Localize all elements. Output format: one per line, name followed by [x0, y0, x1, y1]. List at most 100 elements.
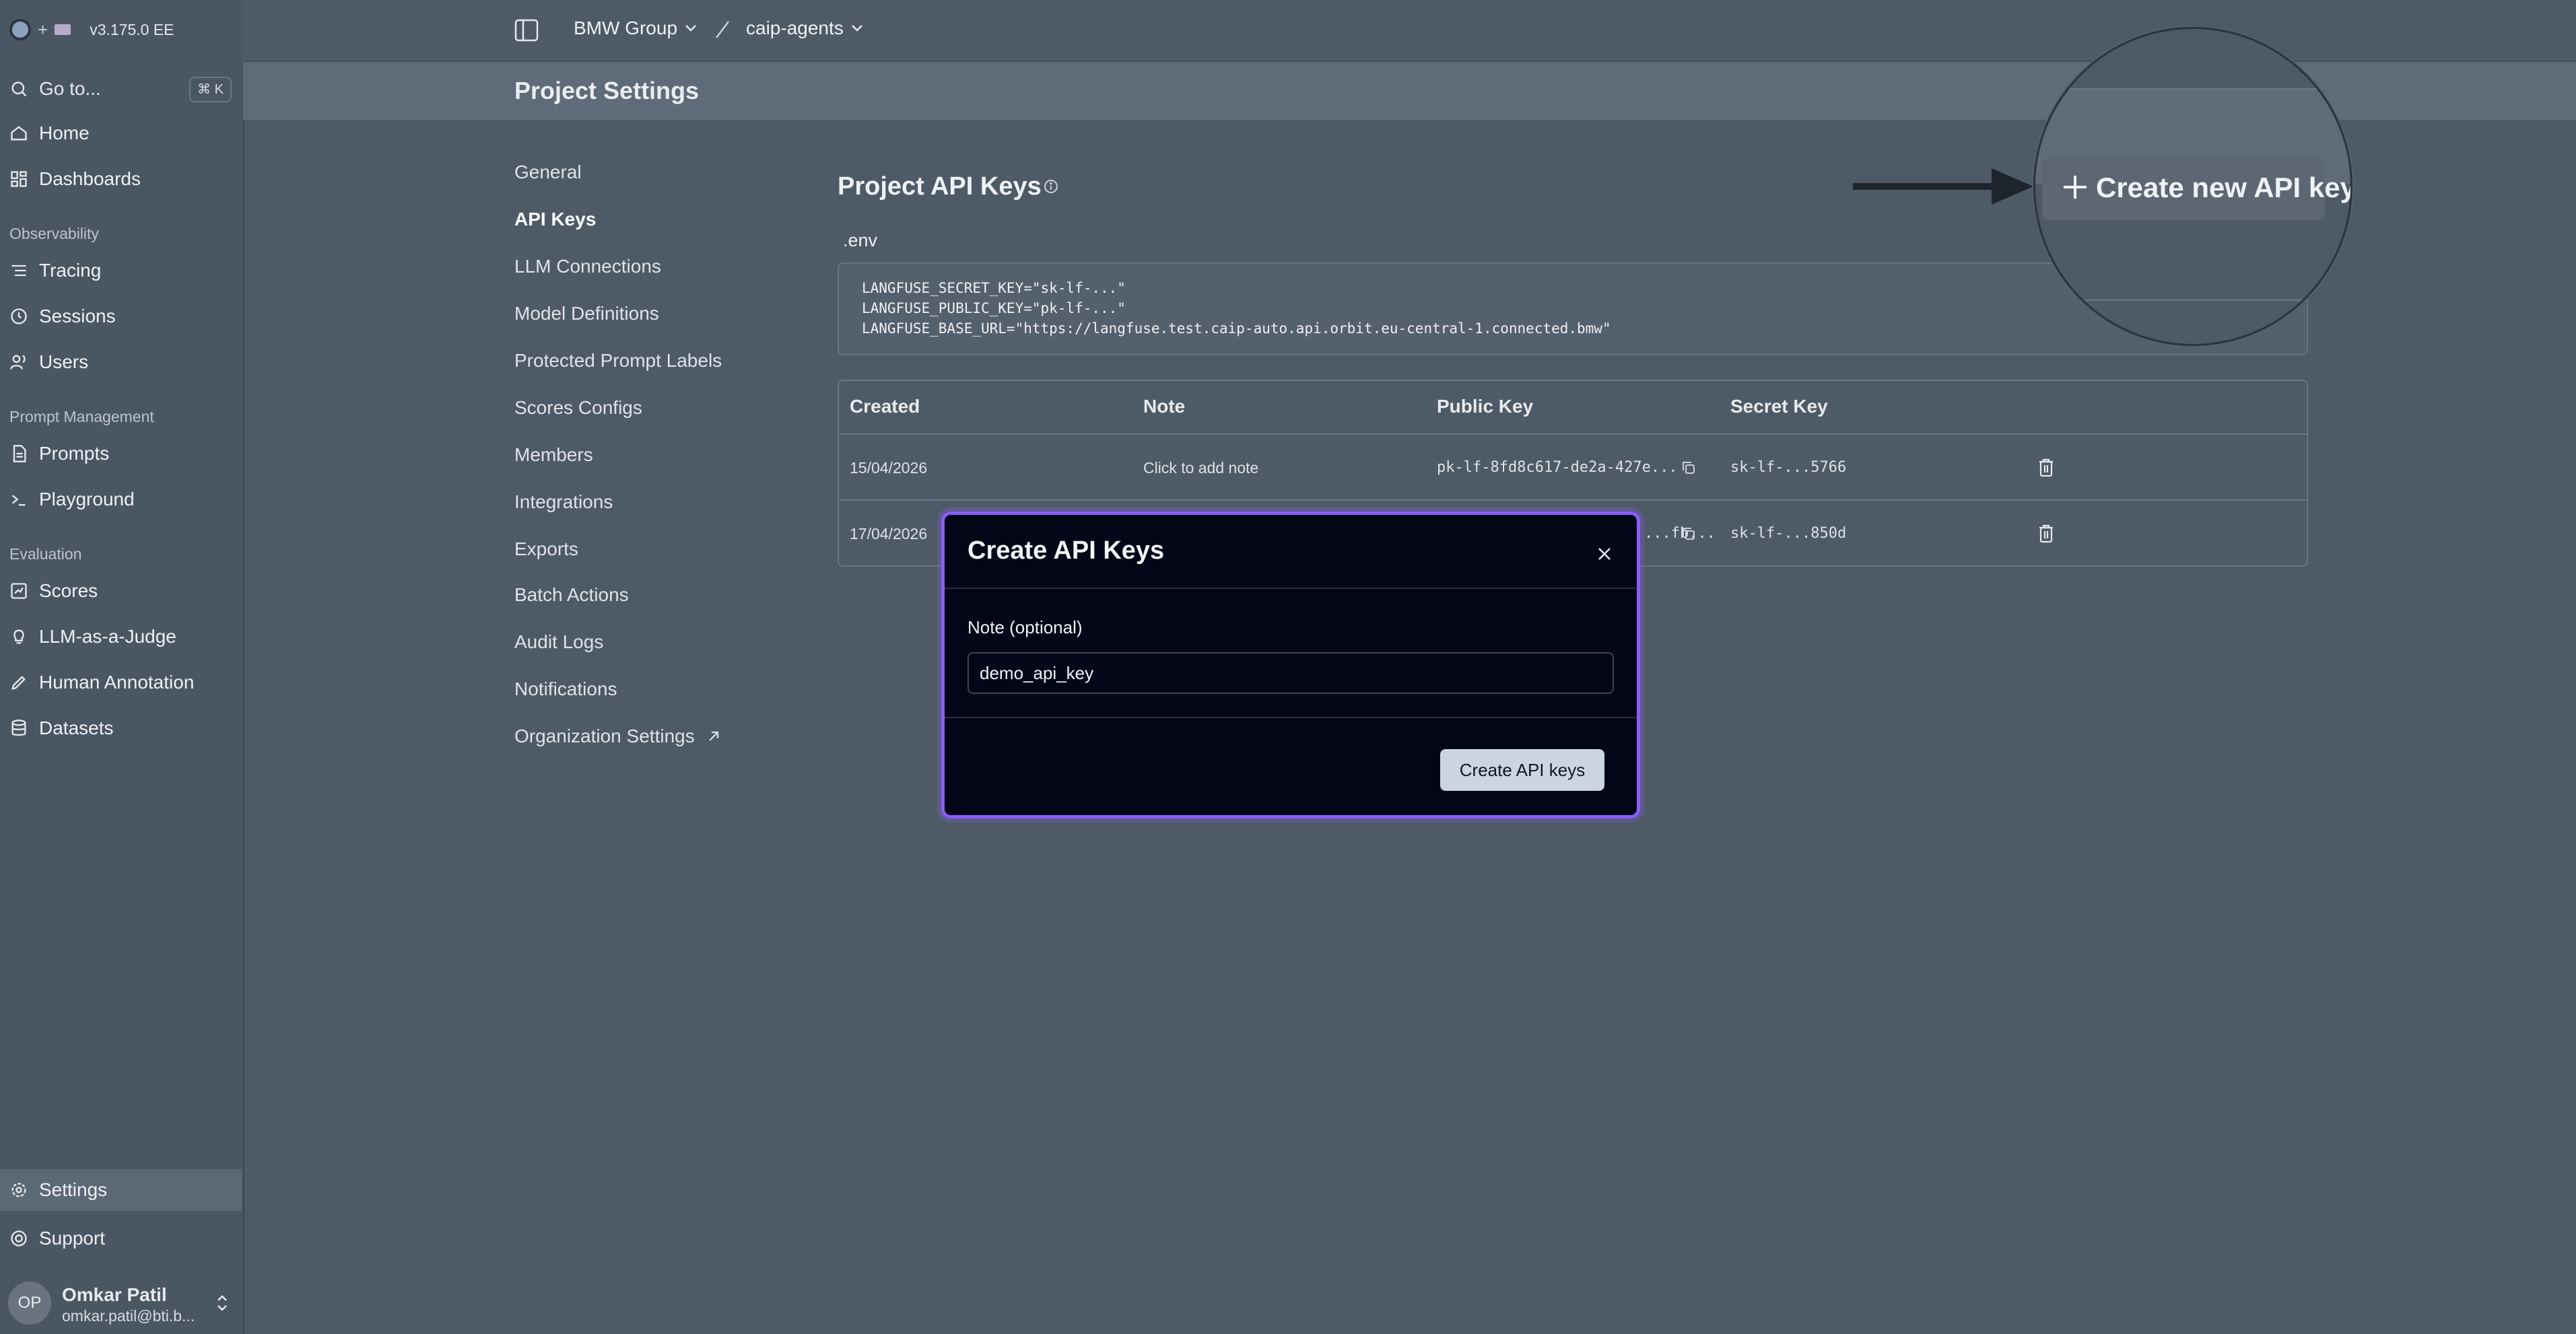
copy-icon[interactable]: [1681, 460, 1697, 476]
subnav-protected-prompt-labels[interactable]: Protected Prompt Labels: [514, 350, 722, 372]
note-input[interactable]: [968, 652, 1614, 694]
subnav-batch-actions[interactable]: Batch Actions: [514, 584, 629, 606]
subnav-notifications[interactable]: Notifications: [514, 678, 617, 700]
home-icon: [9, 124, 28, 143]
subnav-scores-configs[interactable]: Scores Configs: [514, 397, 642, 419]
create-api-keys-dialog: Create API Keys Note (optional) Create A…: [941, 512, 1640, 818]
goto-shortcut: ⌘ K: [189, 77, 232, 102]
project-switcher[interactable]: caip-agents: [746, 17, 864, 39]
cell-public-key: pk-lf-8fd8c617-de2a-427e...: [1437, 459, 1678, 476]
chevron-down-icon: [685, 25, 696, 32]
sidebar-toggle-icon[interactable]: [514, 19, 539, 42]
sidebar-item-users[interactable]: Users: [9, 347, 88, 377]
cell-note[interactable]: Click to add note: [1143, 459, 1258, 477]
dashboard-icon: [9, 170, 28, 188]
database-icon: [9, 719, 28, 738]
subnav-api-keys[interactable]: API Keys: [514, 209, 596, 230]
zoom-callout: Create new API keys: [2033, 27, 2352, 346]
dialog-divider: [945, 588, 1637, 589]
version-label: v3.175.0 EE: [90, 20, 174, 38]
cell-secret-key: sk-lf-...850d: [1730, 525, 1847, 542]
column-header-public-key: Public Key: [1437, 396, 1534, 417]
goto-label: Go to...: [39, 78, 101, 99]
table-divider: [839, 499, 2307, 501]
sidebar-item-label: Tracing: [39, 260, 102, 281]
subnav-audit-logs[interactable]: Audit Logs: [514, 631, 603, 653]
avatar: OP: [8, 1282, 51, 1325]
sidebar-item-home[interactable]: Home: [9, 118, 90, 148]
subnav-exports[interactable]: Exports: [514, 538, 578, 560]
sidebar-item-prompts[interactable]: Prompts: [9, 439, 109, 468]
org-switcher[interactable]: BMW Group: [574, 17, 698, 39]
cell-created: 17/04/2026: [850, 525, 928, 542]
page-title: Project Settings: [514, 77, 700, 104]
file-text-icon: [9, 444, 28, 463]
sidebar-item-label: Users: [39, 351, 89, 372]
copy-icon[interactable]: [1681, 526, 1697, 542]
plus-icon: [2064, 176, 2087, 199]
external-link-icon: [708, 731, 718, 741]
section-evaluation: Evaluation: [9, 545, 82, 563]
section-observability: Observability: [9, 225, 99, 242]
subnav-llm-connections[interactable]: LLM Connections: [514, 256, 661, 277]
env-line: LANGFUSE_SECRET_KEY="sk-lf-...": [862, 280, 1126, 296]
bmw-logo-icon: [9, 19, 31, 40]
org-name: BMW Group: [574, 17, 678, 38]
sidebar-item-sessions[interactable]: Sessions: [9, 302, 116, 331]
callout-arrow-icon: [1853, 168, 2033, 205]
sidebar-item-scores[interactable]: Scores: [9, 576, 98, 606]
sidebar-item-tracing[interactable]: Tracing: [9, 256, 101, 285]
clock-icon: [9, 307, 28, 326]
subnav-members[interactable]: Members: [514, 444, 593, 466]
subnav-integrations[interactable]: Integrations: [514, 491, 613, 513]
sidebar-item-settings[interactable]: Settings: [9, 1175, 107, 1205]
lightbulb-icon: [9, 627, 28, 646]
column-header-note: Note: [1143, 396, 1186, 417]
subnav-model-definitions[interactable]: Model Definitions: [514, 303, 659, 324]
note-label: Note (optional): [968, 617, 1083, 637]
goto-search[interactable]: Go to... ⌘ K: [9, 74, 232, 104]
sidebar-item-label: Sessions: [39, 306, 116, 326]
org-settings-label: Organization Settings: [514, 726, 695, 746]
user-menu[interactable]: OP Omkar Patil omkar.patil@bti.b...: [8, 1282, 237, 1325]
sidebar-item-label: LLM-as-a-Judge: [39, 626, 176, 647]
subnav-organization-settings[interactable]: Organization Settings: [514, 726, 720, 747]
column-header-created: Created: [850, 396, 920, 417]
info-icon[interactable]: [1043, 178, 1059, 195]
sidebar-item-human-annotation[interactable]: Human Annotation: [9, 668, 194, 697]
create-api-keys-button[interactable]: Create API keys: [1440, 749, 1604, 791]
api-keys-title: Project API Keys: [838, 172, 1042, 201]
sidebar-item-label: Home: [39, 122, 90, 143]
table-divider: [839, 433, 2307, 435]
sidebar-item-dashboards[interactable]: Dashboards: [9, 164, 141, 194]
support-icon: [9, 1229, 28, 1248]
subnav-general[interactable]: General: [514, 162, 582, 183]
brand[interactable]: + v3.175.0 EE: [9, 17, 174, 42]
cell-public-key: ...fb...: [1644, 525, 1716, 542]
create-new-api-keys-button[interactable]: Create new API keys: [2042, 157, 2350, 220]
close-icon[interactable]: [1596, 546, 1613, 562]
dialog-divider: [945, 717, 1637, 718]
sidebar-item-playground[interactable]: Playground: [9, 485, 135, 514]
sidebar-item-label: Support: [39, 1228, 106, 1249]
cell-created: 15/04/2026: [850, 459, 928, 477]
zoom-divider: [2035, 300, 2350, 301]
sidebar-item-label: Dashboards: [39, 168, 141, 189]
sidebar-item-label: Scores: [39, 580, 98, 601]
chevron-updown-icon: [217, 1295, 227, 1311]
annotate-icon: [9, 673, 28, 692]
breadcrumb-slash-icon: [716, 21, 729, 38]
users-icon: [9, 353, 28, 372]
dialog-title: Create API Keys: [968, 536, 1165, 565]
sidebar-item-support[interactable]: Support: [9, 1224, 105, 1253]
list-icon: [9, 261, 28, 280]
flag-icon: [55, 24, 71, 35]
sidebar: + v3.175.0 EE Go to... ⌘ K Home Dashboar…: [0, 0, 244, 1334]
user-email: omkar.patil@bti.b...: [62, 1307, 195, 1325]
sidebar-item-label: Playground: [39, 489, 135, 510]
sidebar-item-datasets[interactable]: Datasets: [9, 713, 114, 743]
trash-icon[interactable]: [2037, 458, 2055, 478]
sidebar-item-llm-as-a-judge[interactable]: LLM-as-a-Judge: [9, 622, 176, 652]
trash-icon[interactable]: [2037, 524, 2055, 544]
env-line: LANGFUSE_BASE_URL="https://langfuse.test…: [862, 320, 1611, 337]
